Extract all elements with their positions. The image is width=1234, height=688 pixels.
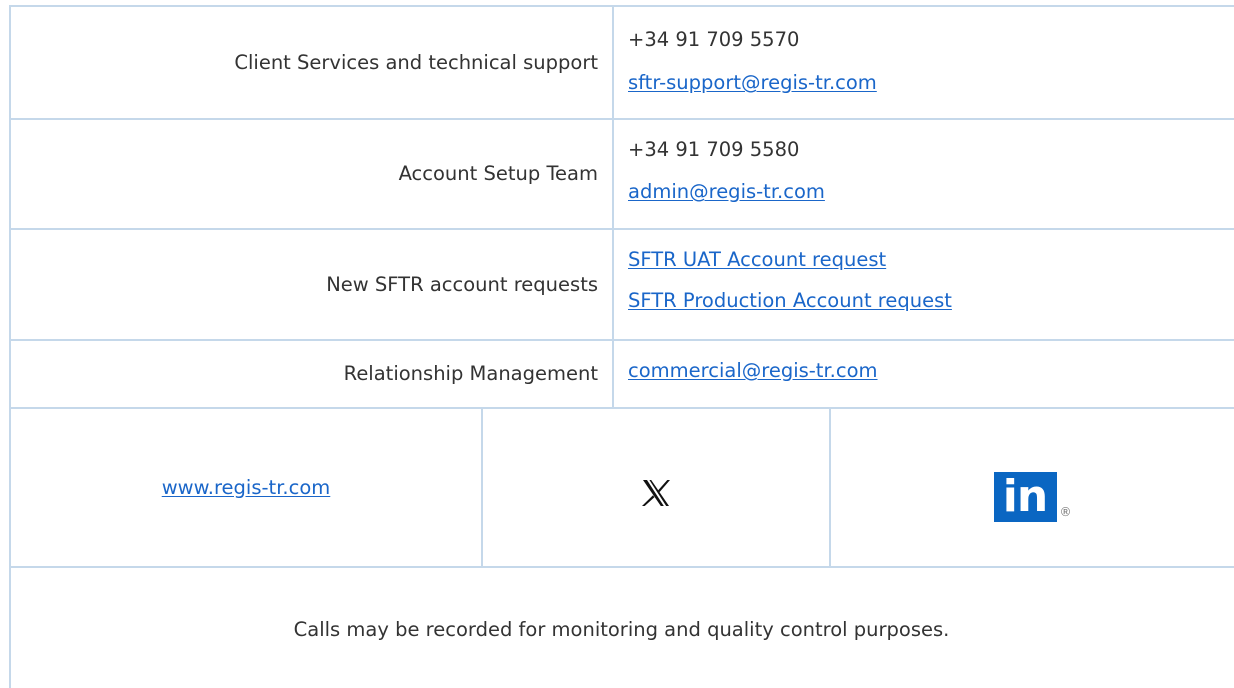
x-logo-icon[interactable]	[640, 477, 672, 509]
website-link[interactable]: www.regis-tr.com	[162, 478, 331, 498]
uat-account-request-link[interactable]: SFTR UAT Account request	[628, 250, 886, 270]
production-account-request-link[interactable]: SFTR Production Account request	[628, 291, 952, 311]
client-services-phone: +34 91 709 5570	[628, 28, 800, 51]
recording-note: Calls may be recorded for monitoring and…	[293, 618, 950, 641]
contact-row-value: commercial@regis-tr.com	[613, 341, 1234, 407]
client-services-email-link[interactable]: sftr-support@regis-tr.com	[628, 73, 877, 93]
relationship-management-email-link[interactable]: commercial@regis-tr.com	[628, 361, 878, 381]
contact-row-value: +34 91 709 5570 sftr-support@regis-tr.co…	[613, 7, 1234, 118]
x-cell	[483, 409, 829, 566]
row-divider	[9, 566, 1234, 568]
website-cell: www.regis-tr.com	[11, 409, 481, 566]
contact-table: Client Services and technical support +3…	[0, 0, 1234, 688]
linkedin-cell: in ®	[831, 409, 1234, 566]
relationship-management-label: Relationship Management	[343, 362, 598, 386]
contact-row-label: Account Setup Team	[9, 120, 612, 228]
client-services-label: Client Services and technical support	[234, 50, 598, 74]
account-setup-label: Account Setup Team	[398, 162, 598, 186]
contact-row-value: +34 91 709 5580 admin@regis-tr.com	[613, 120, 1234, 228]
linkedin-logo-icon[interactable]: in ®	[993, 470, 1072, 522]
contact-row-label: Relationship Management	[9, 341, 612, 407]
registered-mark: ®	[1059, 504, 1072, 519]
account-setup-email-link[interactable]: admin@regis-tr.com	[628, 182, 825, 202]
new-account-label: New SFTR account requests	[326, 272, 598, 296]
linkedin-logo-text: in	[1002, 470, 1048, 522]
contact-row-label: Client Services and technical support	[9, 7, 612, 118]
account-setup-phone: +34 91 709 5580	[628, 138, 800, 161]
contact-row-label: New SFTR account requests	[9, 230, 612, 339]
contact-row-value: SFTR UAT Account request SFTR Production…	[613, 230, 1234, 339]
